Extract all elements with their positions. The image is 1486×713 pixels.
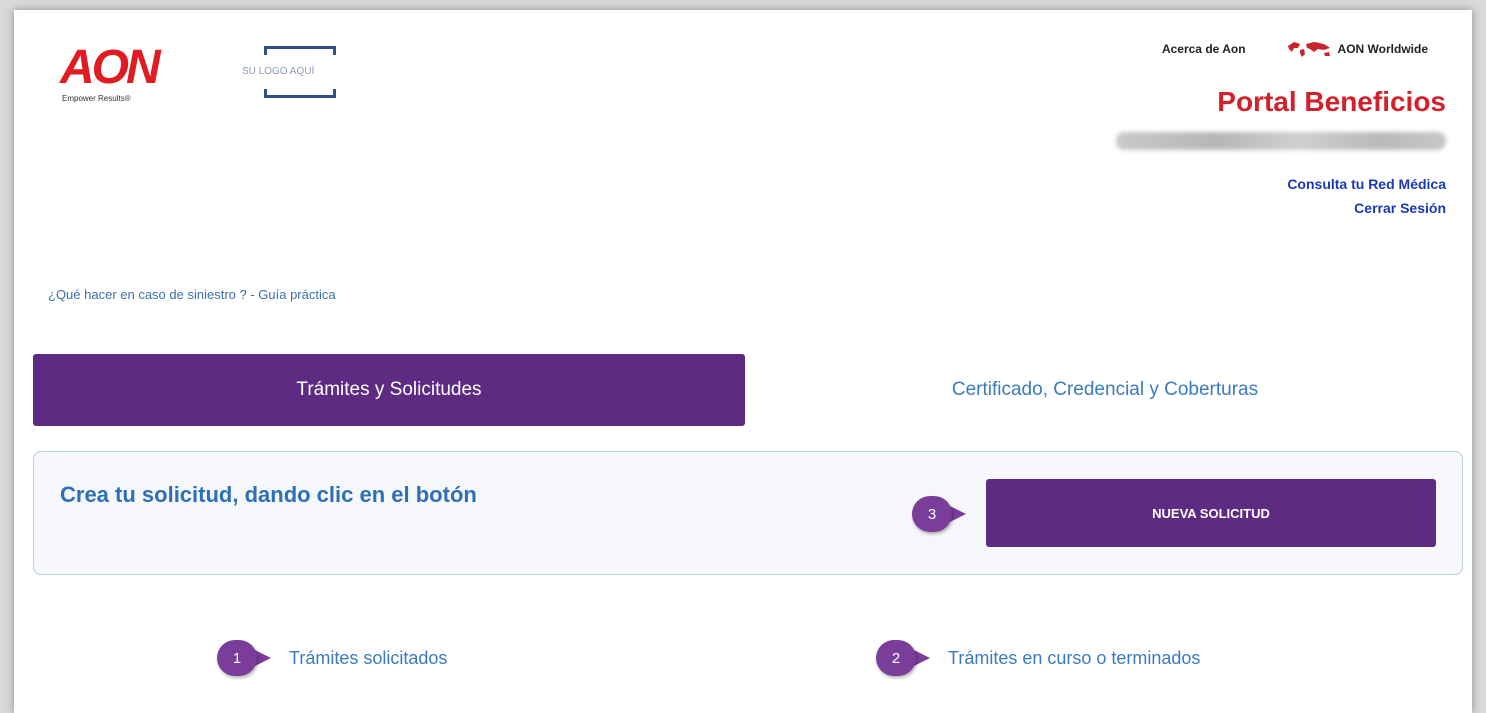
medical-network-link[interactable]: Consulta tu Red Médica xyxy=(1287,176,1446,192)
create-request-prompt: Crea tu solicitud, dando clic en el botó… xyxy=(60,482,477,507)
logo-bracket-bottom xyxy=(264,89,336,98)
logout-link[interactable]: Cerrar Sesión xyxy=(1354,200,1446,216)
ongoing-procedures-item[interactable]: 2 Trámites en curso o terminados xyxy=(876,640,1200,676)
tab-tramites-solicitudes[interactable]: Trámites y Solicitudes xyxy=(33,354,745,426)
user-name-redacted xyxy=(1116,132,1446,150)
step-marker-1: 1 xyxy=(217,640,275,676)
aon-tagline: Empower Results® xyxy=(62,94,131,103)
client-logo-text: SU LOGO AQUÍ xyxy=(242,66,315,77)
top-links: Acerca de Aon AON Worldwide xyxy=(1162,40,1428,58)
world-map-icon xyxy=(1287,42,1330,57)
logo-bracket-top xyxy=(264,46,336,55)
step-number: 3 xyxy=(912,496,952,532)
tab-certificado-coberturas[interactable]: Certificado, Credencial y Coberturas xyxy=(745,354,1465,426)
client-logo: SU LOGO AQUÍ xyxy=(240,46,350,98)
requested-procedures-link[interactable]: Trámites solicitados xyxy=(289,648,447,669)
step-number: 2 xyxy=(876,640,916,676)
portal-title: Portal Beneficios xyxy=(1217,86,1446,117)
claim-guide-link[interactable]: ¿Qué hacer en caso de siniestro ? - Guía… xyxy=(48,287,336,302)
aon-worldwide-link[interactable]: AON Worldwide xyxy=(1286,40,1428,58)
step-marker-2: 2 xyxy=(876,640,934,676)
aon-logo[interactable]: AON Empower Results® xyxy=(60,41,161,104)
portal-window: AON Empower Results® SU LOGO AQUÍ Acerca… xyxy=(14,10,1472,713)
worldwide-label: AON Worldwide xyxy=(1337,42,1428,56)
ongoing-procedures-link[interactable]: Trámites en curso o terminados xyxy=(948,648,1200,669)
create-request-panel: Crea tu solicitud, dando clic en el botó… xyxy=(33,451,1463,575)
step-number: 1 xyxy=(217,640,257,676)
about-aon-link[interactable]: Acerca de Aon xyxy=(1162,42,1246,56)
new-request-button[interactable]: NUEVA SOLICITUD xyxy=(986,479,1436,547)
requested-procedures-item[interactable]: 1 Trámites solicitados xyxy=(217,640,447,676)
aon-brand: AON xyxy=(60,41,161,94)
step-marker-3: 3 xyxy=(912,496,970,532)
